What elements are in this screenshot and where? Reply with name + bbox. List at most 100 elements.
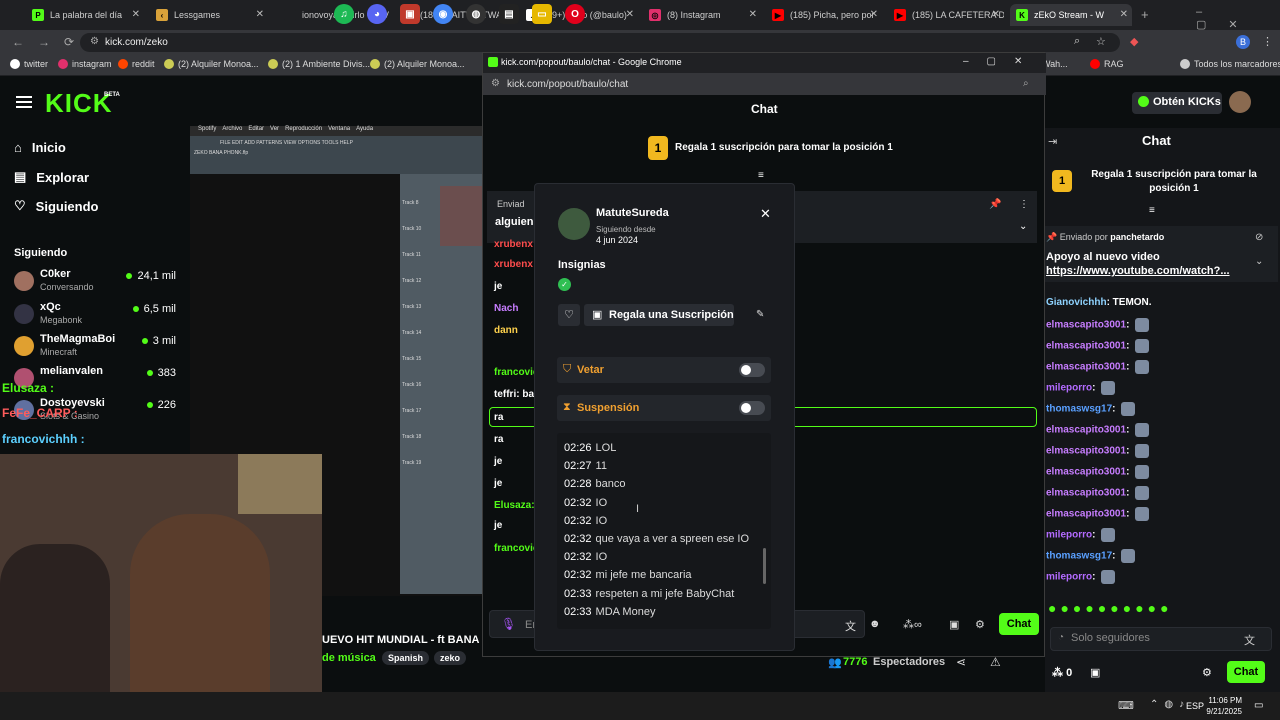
chat-message[interactable]: elmascapito3001: [1046,486,1150,500]
bookmark-item[interactable]: reddit [118,59,155,69]
report-icon[interactable]: ⚠ [990,655,1001,669]
popout-chat-message[interactable]: je [494,520,502,531]
nav-explore[interactable]: ▤ Explorar [14,169,89,185]
tray-icons[interactable]: ⌃◍♪ [1150,699,1190,710]
popout-chat-message[interactable]: teffri: ba [494,389,534,400]
window-controls[interactable]: –▢✕ [1196,6,1280,31]
followed-channel[interactable]: xQc Megabonk 6,5 mil [14,301,184,331]
popout-chat-message[interactable]: Elusaza: [494,500,535,511]
nav-following[interactable]: ♡ Siguiendo [14,198,99,214]
opera-taskbar-icon[interactable]: O [565,4,585,24]
popout-chat-message[interactable]: ra [494,412,503,423]
new-tab-icon[interactable]: + [1141,7,1149,22]
settings-icon[interactable]: ⚙ [1202,666,1212,679]
popout-chat-message[interactable]: je [494,456,502,467]
translate-icon[interactable]: 文 [845,618,856,634]
chat-message[interactable]: thomaswsg17: [1046,549,1136,563]
close-icon[interactable]: ✕ [760,206,771,222]
chat-message[interactable]: mileporro: [1046,528,1116,542]
veto-toggle[interactable] [739,363,765,377]
mic-icon[interactable]: 🎙 [501,617,516,631]
close-tab-icon[interactable]: ✕ [132,9,140,20]
chat-message[interactable]: elmascapito3001: [1046,444,1150,458]
browser-menu-icon[interactable]: ⋮ [1262,35,1273,48]
followed-channel[interactable]: C0ker Conversando 24,1 mil [14,268,184,298]
gift-banner-text[interactable]: Regala 1 suscripción para tomar la posic… [1084,168,1264,196]
card-username[interactable]: MatuteSureda [596,207,669,219]
translate-icon[interactable]: 文 [1244,632,1255,648]
close-tab-icon[interactable]: ✕ [1120,9,1128,20]
collapse-chat-icon[interactable]: ⇥ [1048,135,1057,148]
follow-heart-button[interactable]: ♡ [558,304,580,326]
folder-taskbar-icon[interactable]: ▭ [532,4,552,24]
bookmark-item[interactable]: twitter [10,59,48,69]
browser-tab[interactable]: ▶ (185) Picha, pero por ✕ [766,4,882,26]
zoom-icon[interactable]: ⌕ [1074,35,1080,48]
close-tab-icon[interactable]: ✕ [256,9,264,20]
chevron-down-icon[interactable]: ⌄ [1255,256,1263,267]
keyboard-icon[interactable]: ⌨ [1118,699,1134,712]
bookmark-item[interactable]: (2) 1 Ambiente Divis... [268,59,370,69]
bookmark-star-icon[interactable]: ☆ [1096,35,1106,48]
chat-message[interactable]: elmascapito3001: [1046,423,1150,437]
leaderboard-icon[interactable]: ≡ [758,170,764,181]
spotify-taskbar-icon[interactable]: ♫ [334,4,354,24]
chat-message[interactable]: mileporro: [1046,381,1116,395]
pinned-link[interactable]: https://www.youtube.com/watch?... [1046,265,1230,277]
hide-pin-icon[interactable]: ⊘ [1255,232,1263,243]
popout-window-controls[interactable]: –▢✕ [963,56,1040,67]
leaderboard-icon[interactable]: ≡ [1149,205,1155,216]
close-tab-icon[interactable]: ✕ [992,9,1000,20]
stream-category[interactable]: de música [322,652,376,664]
send-chat-button[interactable]: Chat [1227,661,1265,683]
chat-message[interactable]: elmascapito3001: [1046,507,1150,521]
kicks-icon[interactable]: ⁂∞ [903,618,922,631]
browser-tab[interactable]: ‹ Lessgames ✕ [150,4,268,26]
chrome-taskbar-icon[interactable]: ◉ [433,4,453,24]
history-scrollbar[interactable] [763,548,766,584]
close-tab-icon[interactable]: ✕ [870,9,878,20]
notification-icon[interactable]: ▭ [1254,700,1263,711]
chat-message[interactable]: elmascapito3001: [1046,465,1150,479]
bookmark-item[interactable]: Todos los marcadores [1180,59,1280,69]
chat-message[interactable]: mileporro: [1046,570,1116,584]
gift-banner-text[interactable]: Regala 1 suscripción para tomar la posic… [675,142,893,153]
clock-date[interactable]: 9/21/2025 [1200,707,1242,716]
hamburger-menu-icon[interactable] [16,96,32,108]
popout-chat-message[interactable]: francovic [494,367,538,378]
popout-chat-message[interactable]: francovic [494,543,538,554]
pin-icon[interactable]: 📌 [989,199,1001,210]
nav-home[interactable]: ⌂ Inicio [14,140,66,155]
gift-icon[interactable]: ▣ [949,618,959,631]
chat-message[interactable]: elmascapito3001: [1046,339,1150,353]
kicks-balance[interactable]: ⁂ 0 [1052,666,1072,679]
chat-message[interactable]: elmascapito3001: [1046,360,1150,374]
bookmark-item[interactable]: RAG [1090,59,1124,69]
settings-icon[interactable]: ⚙ [975,618,985,631]
mod-tool-icon[interactable]: ✎ [756,309,764,320]
bookmark-item[interactable]: (2) Alquiler Monoa... [164,59,259,69]
popout-chat-message[interactable]: ra [494,434,503,445]
popout-chat-message[interactable]: je [494,281,502,292]
bookmark-item[interactable]: instagram [58,59,112,69]
emoji-icon[interactable]: ☻ [869,618,881,630]
chat-message[interactable]: Gianovichhh: TEMON. [1046,297,1152,308]
profile-avatar[interactable]: B [1236,35,1250,49]
browser-tab[interactable]: KzEkO Stream - W ✕ [1010,4,1132,26]
emote-bar[interactable]: ●●●●●●●●●● [1048,600,1278,618]
more-options-icon[interactable]: ⋮ [1019,199,1029,210]
popout-chat-message[interactable]: je [494,478,502,489]
browser-tab[interactable]: ◎ (8) Instagram ✕ [643,4,761,26]
user-avatar[interactable] [1229,91,1251,113]
kick-logo[interactable]: KICK [45,88,113,119]
extension-icon[interactable]: ◆ [1130,35,1138,48]
close-tab-icon[interactable]: ✕ [749,9,757,20]
tag-pill[interactable]: Spanish [382,651,430,665]
obs-taskbar-icon[interactable]: ◍ [466,4,486,24]
chat-message[interactable]: elmascapito3001: [1046,318,1150,332]
bookmark-item[interactable]: (2) Alquiler Monoa... [370,59,465,69]
popout-send-button[interactable]: Chat [999,613,1039,635]
clock-time[interactable]: 11:06 PM [1208,696,1242,705]
nav-buttons[interactable]: ←→⟳ [12,35,88,49]
gift-icon[interactable]: ▣ [1090,666,1100,679]
